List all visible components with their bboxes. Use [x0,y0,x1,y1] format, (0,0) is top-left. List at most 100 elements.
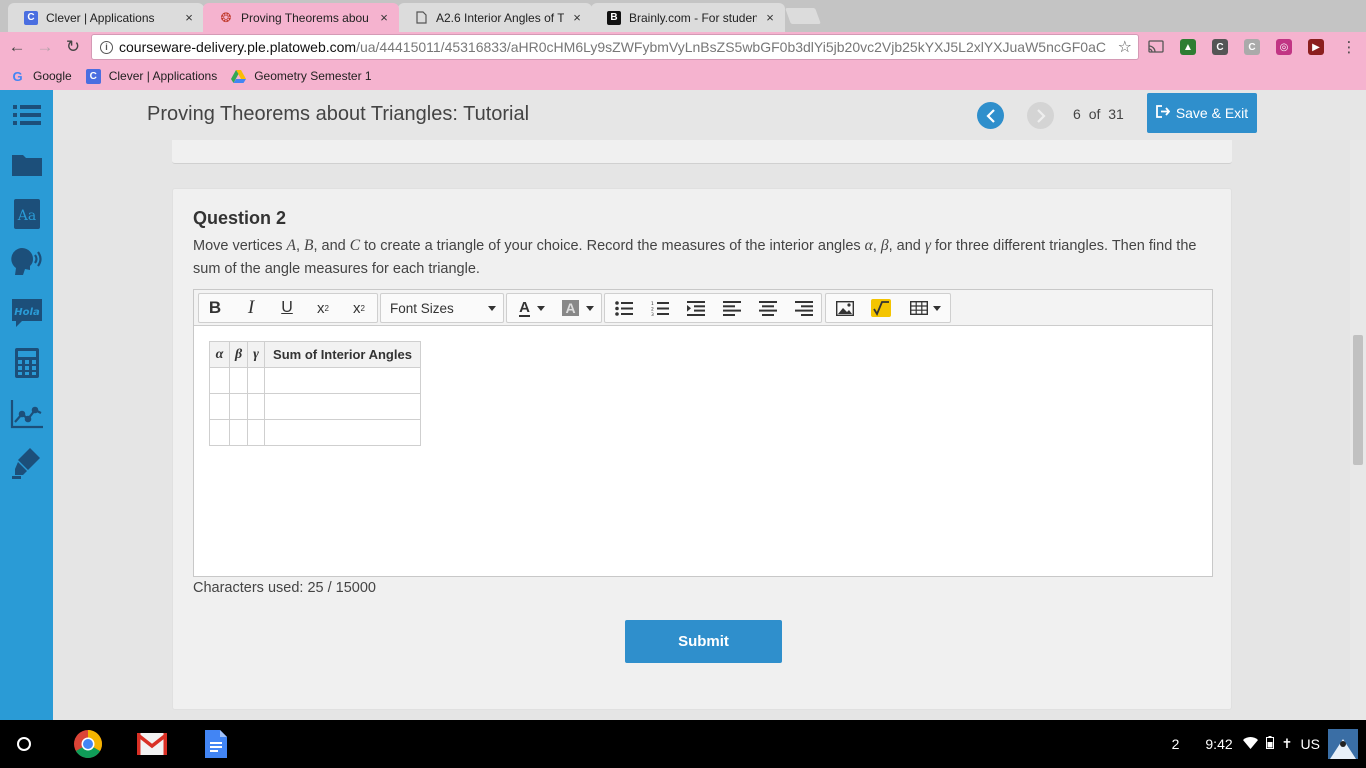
reload-icon[interactable]: ↻ [64,37,82,56]
browser-toolbar: ← → ↻ i courseware-delivery.ple.platoweb… [0,32,1366,62]
chrome-icon[interactable] [72,728,104,760]
header-sum[interactable]: Sum of Interior Angles [264,341,421,368]
angle-table[interactable]: α β γ Sum of Interior Angles [209,341,421,446]
notification-count[interactable]: 2 [1172,736,1180,752]
font-sizes-select[interactable]: Font Sizes [390,293,496,323]
calculator-icon[interactable] [9,345,45,381]
star-icon[interactable]: ☆ [1113,37,1132,57]
close-icon[interactable]: × [182,10,196,25]
angle-beta: β [880,237,889,254]
chevron-down-icon [488,305,496,311]
table-cell[interactable] [264,393,421,420]
table-of-contents-icon[interactable] [9,97,45,133]
wifi-icon [1242,736,1258,752]
underline-button[interactable]: U [275,293,299,323]
graph-icon[interactable] [9,396,45,432]
save-exit-button[interactable]: Save & Exit [1147,93,1257,133]
bullet-list-icon[interactable] [612,293,636,323]
highlighter-icon[interactable] [9,445,45,481]
vertex-a: A [286,237,296,254]
bookmark-clever[interactable]: C Clever | Applications [85,68,217,84]
launcher-icon[interactable] [8,728,40,760]
table-cell[interactable] [264,367,421,394]
bookmark-geometry[interactable]: Geometry Semester 1 [231,69,372,84]
tab-label: Clever | Applications [46,10,155,25]
align-right-icon[interactable] [792,293,816,323]
dictionary-icon[interactable]: Aa [9,196,45,232]
bookmark-label: Geometry Semester 1 [254,69,372,83]
rich-text-editor[interactable]: B I U x2 x2 Font Sizes A A 123 α β γ Sum… [193,289,1213,577]
system-tray[interactable]: 2 9:42 ✝ US [1172,720,1366,768]
scrollbar-thumb[interactable] [1353,335,1363,465]
cast-icon[interactable] [1148,39,1164,55]
close-icon[interactable]: × [570,10,584,25]
angle-alpha: α [864,237,873,254]
translate-hola-icon[interactable]: Hola [9,295,45,331]
superscript-button[interactable]: x2 [311,293,335,323]
header-beta[interactable]: β [228,341,249,368]
address-bar[interactable]: i courseware-delivery.ple.platoweb.com/u… [92,35,1138,59]
gmail-icon[interactable] [136,728,168,760]
table-cell[interactable] [247,367,265,394]
text-to-speech-icon[interactable] [9,244,45,280]
math-equation-icon[interactable] [869,293,893,323]
table-cell[interactable] [228,393,249,420]
subscript-button[interactable]: x2 [347,293,371,323]
browser-tab-brainly[interactable]: B Brainly.com - For studen × [591,3,785,32]
clock: 9:42 [1205,736,1233,752]
folder-icon[interactable] [9,146,45,182]
instagram-icon[interactable]: ◎ [1276,39,1292,55]
avatar[interactable] [1328,729,1358,759]
extension-c-icon[interactable]: C [1212,39,1228,55]
highlight-color-button[interactable]: A [558,293,598,323]
browser-tab-interior-angles[interactable]: A2.6 Interior Angles of T × [398,3,592,32]
table-cell[interactable] [209,393,230,420]
back-icon[interactable]: ← [8,37,26,56]
os-shelf: 2 9:42 ✝ US [0,720,1366,768]
italic-button[interactable]: I [239,293,263,323]
close-icon[interactable]: × [377,10,391,25]
header-alpha[interactable]: α [209,341,230,368]
close-icon[interactable]: × [763,10,777,25]
info-icon[interactable]: i [100,40,113,54]
text-color-button[interactable]: A [512,293,552,323]
table-cell[interactable] [209,367,230,394]
header-gamma[interactable]: γ [247,341,265,368]
indent-icon[interactable] [684,293,708,323]
prompt-text: , and [313,238,350,254]
menu-icon[interactable]: ⋮ [1340,38,1358,56]
browser-tab-proving-theorems[interactable]: ❂ Proving Theorems abou × [203,3,399,32]
table-cell[interactable] [228,419,249,446]
table-cell[interactable] [264,419,421,446]
plato-icon: ❂ [220,9,232,25]
insert-image-icon[interactable] [833,293,857,323]
submit-button[interactable]: Submit [625,620,782,663]
accessibility-icon: ✝ [1281,736,1293,751]
extension-c-gray-icon[interactable]: C [1244,39,1260,55]
new-tab-button[interactable] [785,8,821,24]
forward-icon[interactable]: → [36,37,54,56]
numbered-list-icon[interactable]: 123 [648,293,672,323]
bold-button[interactable]: B [203,293,227,323]
page-scrollbar[interactable] [1350,140,1366,720]
align-center-icon[interactable] [756,293,780,323]
browser-tab-clever[interactable]: C Clever | Applications × [8,3,204,32]
google-docs-icon[interactable] [200,728,232,760]
previous-page-button[interactable] [977,102,1004,129]
insert-table-button[interactable] [905,293,945,323]
editor-toolbar: B I U x2 x2 Font Sizes A A 123 [194,290,1212,326]
svg-text:1: 1 [651,301,654,307]
table-cell[interactable] [247,393,265,420]
next-page-button[interactable] [1027,102,1054,129]
align-left-icon[interactable] [720,293,744,323]
bookmark-google[interactable]: G Google [10,69,71,84]
tools-sidebar: Aa Hola [0,90,53,720]
table-cell[interactable] [247,419,265,446]
table-cell[interactable] [228,367,249,394]
clever-icon: C [85,68,101,84]
classroom-extension-icon[interactable]: ▲ [1180,39,1196,55]
brainly-icon: B [607,10,621,25]
url-domain: courseware-delivery.ple.platoweb.com [119,39,357,55]
video-extension-icon[interactable]: ▶ [1308,39,1324,55]
table-cell[interactable] [209,419,230,446]
